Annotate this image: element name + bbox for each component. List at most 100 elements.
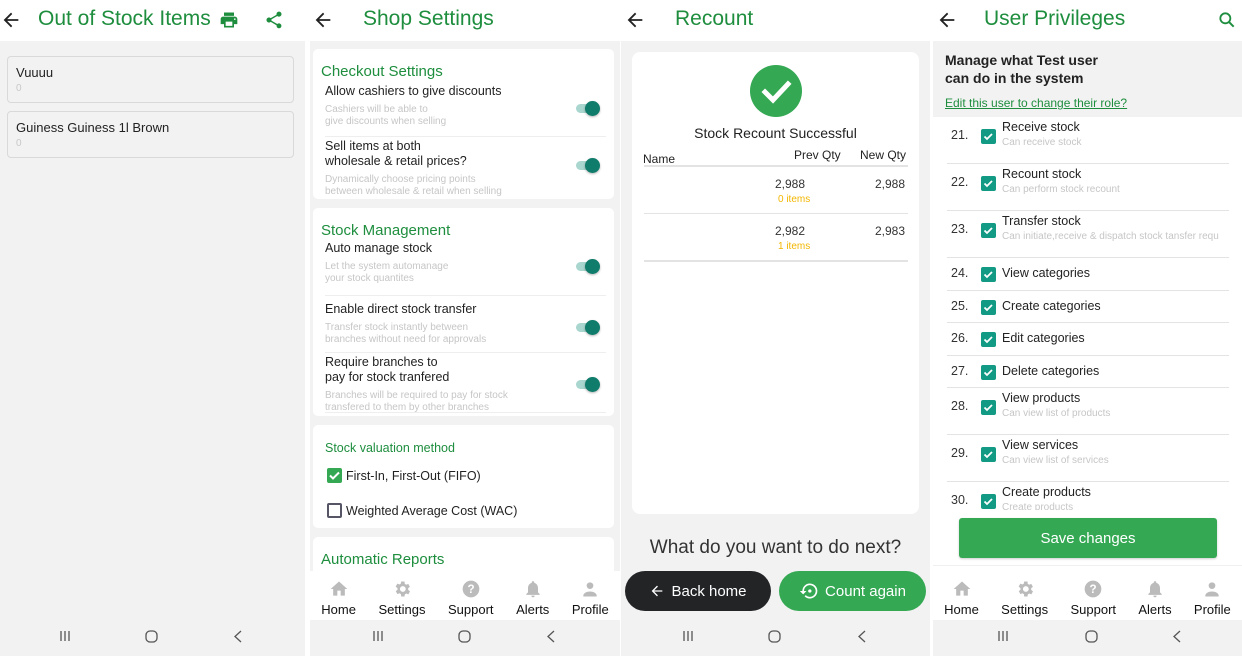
tab-profile[interactable]: Profile [572,579,609,617]
privilege-row[interactable]: 21. Receive stock Can receive stock [947,117,1229,164]
back-arrow-icon[interactable] [0,9,22,31]
privilege-row[interactable]: 24. View categories [947,258,1229,291]
tab-settings[interactable]: Settings [378,579,425,617]
back-chevron-icon[interactable] [546,630,556,643]
auto-manage-toggle[interactable] [576,259,600,274]
option-label: Weighted Average Cost (WAC) [346,503,518,518]
share-icon[interactable] [264,10,284,30]
privilege-row[interactable]: 30. Create products Create products [947,482,1229,510]
checkbox-checked-icon[interactable] [981,223,996,238]
home-circle-icon[interactable] [768,630,781,643]
tab-label: Home [321,602,356,617]
success-check-icon [750,65,802,117]
back-arrow-icon[interactable] [936,9,958,31]
print-icon[interactable] [219,10,239,30]
checkbox-checked-icon[interactable] [981,494,996,509]
shop-settings-screen: Shop Settings Checkout Settings Allow ca… [310,0,620,656]
setting-description: Let the system automanage [325,261,449,272]
svg-text:?: ? [1090,583,1097,596]
privilege-label: Receive stock [1002,120,1080,134]
system-nav-bar [0,620,305,656]
privileges-list[interactable]: 21. Receive stock Can receive stock 22. Reco… [933,117,1242,510]
system-nav-bar [933,620,1242,656]
checkbox-checked-icon[interactable] [981,364,996,380]
fifo-option[interactable]: First-In, First-Out (FIFO) [327,468,481,483]
home-circle-icon[interactable] [1085,630,1098,643]
privilege-row[interactable]: 29. View services Can view list of service… [947,435,1229,482]
recents-icon[interactable] [997,630,1009,642]
privilege-row[interactable]: 27. Delete categories [947,356,1229,388]
privilege-number: 23. [951,222,969,236]
tab-profile[interactable]: Profile [1194,579,1231,617]
checkbox-checked-icon[interactable] [981,129,996,144]
recents-icon[interactable] [59,630,71,642]
count-again-button[interactable]: Count again [779,571,926,611]
pay-for-stock-toggle[interactable] [576,377,600,392]
recents-icon[interactable] [372,630,384,642]
checkbox-checked-icon[interactable] [327,468,342,483]
back-arrow-icon[interactable] [312,9,334,31]
wac-option[interactable]: Weighted Average Cost (WAC) [327,503,517,518]
back-arrow-icon[interactable] [624,9,646,31]
stock-management-card: Stock Management Auto manage stock Let t… [313,208,614,416]
discounts-toggle[interactable] [576,101,600,116]
privilege-number: 21. [951,128,969,142]
privilege-label: Delete categories [1002,363,1100,378]
home-circle-icon[interactable] [145,630,158,643]
privilege-number: 22. [951,175,969,189]
setting-description: transfered to them by other branches [325,402,489,413]
tab-label: Home [944,602,979,617]
list-item[interactable]: Guiness Guiness 1l Brown 0 [7,111,294,158]
back-chevron-icon[interactable] [857,630,867,643]
page-title: Recount [675,7,754,30]
back-chevron-icon[interactable] [233,630,243,643]
svg-text:?: ? [467,583,474,596]
checkout-settings-card: Checkout Settings Allow cashiers to give… [313,49,614,199]
direct-transfer-toggle[interactable] [576,320,600,335]
option-label: First-In, First-Out (FIFO) [346,468,481,483]
checkbox-checked-icon[interactable] [981,299,996,315]
recents-icon[interactable] [682,630,694,642]
divider [644,260,908,262]
tab-alerts[interactable]: Alerts [516,579,549,617]
privilege-row[interactable]: 23. Transfer stock Can initiate,receive & … [947,211,1229,258]
button-label: Back home [671,582,747,600]
checkbox-checked-icon[interactable] [981,267,996,282]
save-changes-button[interactable]: Save changes [959,518,1217,558]
tab-home[interactable]: Home [321,579,356,617]
privilege-description: Can initiate,receive & dispatch stock ta… [1002,231,1219,242]
privilege-row[interactable]: 26. Edit categories [947,323,1229,356]
privilege-row[interactable]: 22. Recount stock Can perform stock recoun… [947,164,1229,211]
checkbox-checked-icon[interactable] [981,176,996,191]
setting-label: wholesale & retail prices? [325,154,467,168]
home-circle-icon[interactable] [458,630,471,643]
checkbox-checked-icon[interactable] [981,400,996,415]
tab-support[interactable]: ? Support [1070,579,1116,617]
tab-home[interactable]: Home [944,579,979,617]
edit-role-link[interactable]: Edit this user to change their role? [945,96,1127,110]
checkbox-checked-icon[interactable] [981,332,996,347]
bell-icon [1148,581,1162,598]
bottom-tab-bar: Home Settings ? Support Alerts Profile [310,571,620,621]
tab-alerts[interactable]: Alerts [1138,579,1172,617]
setting-pay-for-stock: Require branches to pay for stock tranfe… [325,353,606,413]
back-chevron-icon[interactable] [1172,630,1182,643]
privilege-label: Transfer stock [1002,214,1081,228]
prev-qty: 2,982 [775,224,806,238]
app-bar: Out of Stock Items [0,0,305,41]
recount-status: Stock Recount Successful [694,125,857,141]
search-icon[interactable] [1217,10,1237,35]
privilege-row[interactable]: 25. Create categories [947,291,1229,323]
tab-support[interactable]: ? Support [448,579,494,617]
wholesale-retail-toggle[interactable] [576,158,600,173]
privilege-number: 27. [951,363,969,378]
checkbox-unchecked-icon[interactable] [327,503,342,518]
bottom-tab-bar: Home Settings ? Support Alerts Profile [933,565,1242,621]
privilege-row[interactable]: 28. View products Can view list of product… [947,388,1229,435]
checkbox-checked-icon[interactable] [981,447,996,462]
privilege-description: Can perform stock recount [1002,184,1120,195]
tab-settings[interactable]: Settings [1001,579,1048,617]
privilege-description: Can view list of products [1002,408,1111,419]
list-item[interactable]: Vuuuu 0 [7,56,294,103]
back-home-button[interactable]: Back home [625,571,771,611]
